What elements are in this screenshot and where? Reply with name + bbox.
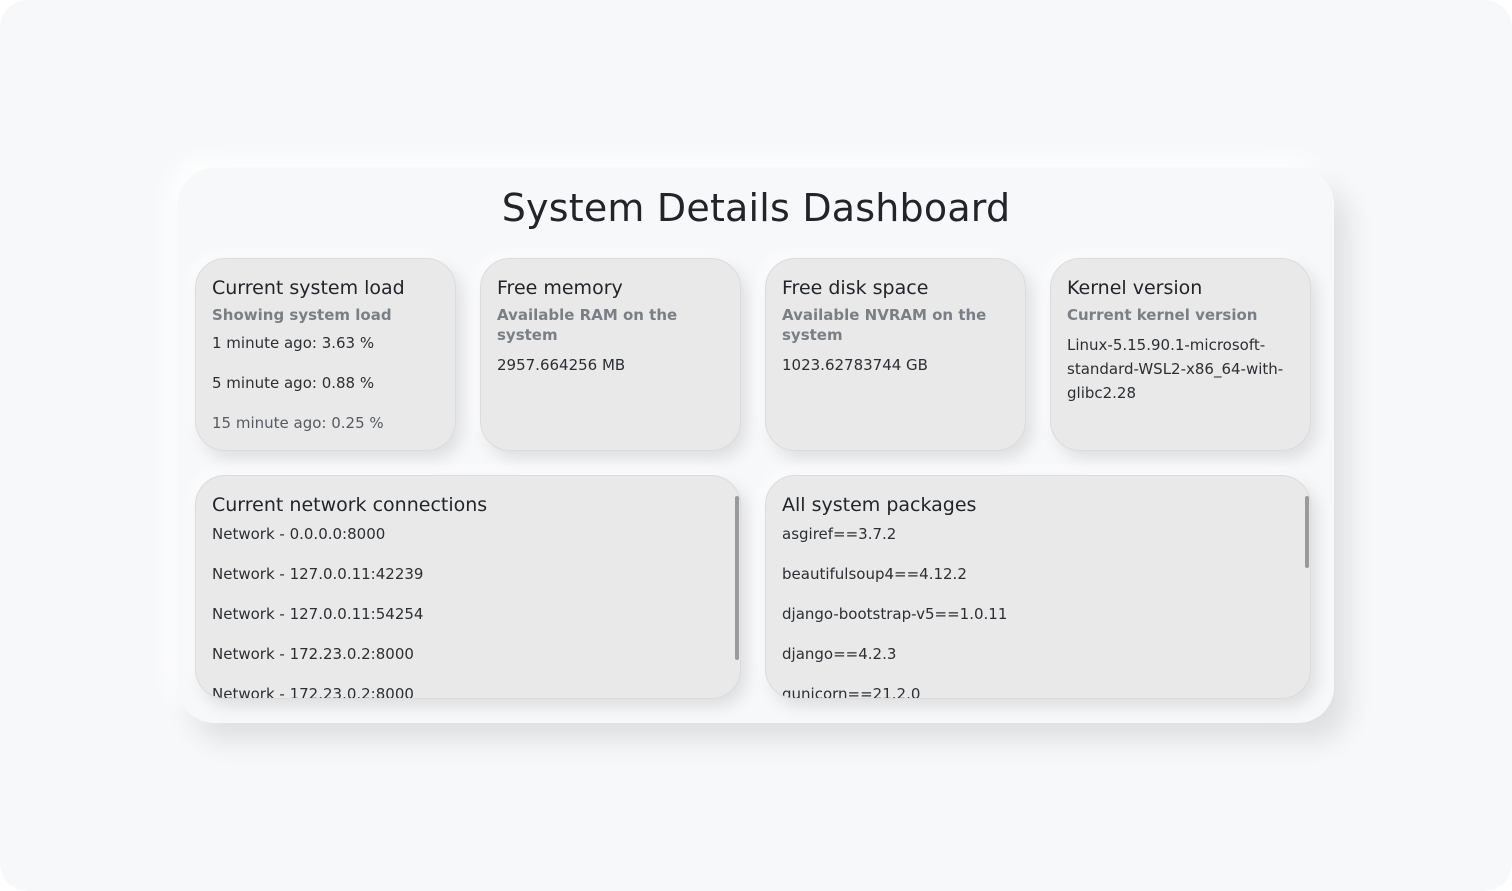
load-1min: 1 minute ago: 3.63 % [212, 334, 375, 352]
page-background: System Details Dashboard Current system … [0, 0, 1512, 891]
list-item: beautifulsoup4==4.12.2 [782, 565, 967, 583]
free-memory-subtitle: Available RAM on the system [497, 306, 678, 344]
network-scrollbar[interactable] [735, 496, 739, 660]
free-disk-title: Free disk space [782, 277, 929, 299]
list-item: gunicorn==21.2.0 [782, 685, 921, 698]
system-packages-title: All system packages [782, 494, 977, 516]
list-item: Network - 127.0.0.11:54254 [212, 605, 424, 623]
free-disk-subtitle: Available NVRAM on the system [782, 306, 987, 344]
system-packages-card: All system packages asgiref==3.7.2 beaut… [765, 475, 1311, 699]
kernel-version-card: Kernel version Current kernel version Li… [1050, 258, 1311, 451]
kernel-version-subtitle: Current kernel version [1067, 306, 1258, 324]
free-memory-card: Free memory Available RAM on the system … [480, 258, 741, 451]
list-item: Network - 127.0.0.11:42239 [212, 565, 424, 583]
network-connections-card: Current network connections Network - 0.… [195, 475, 741, 699]
list-item: Network - 172.23.0.2:8000 [212, 645, 414, 663]
free-memory-title: Free memory [497, 277, 623, 299]
dashboard-panel: System Details Dashboard Current system … [178, 168, 1334, 723]
free-memory-value: 2957.664256 MB [497, 356, 626, 374]
list-item: asgiref==3.7.2 [782, 525, 897, 543]
free-disk-value: 1023.62783744 GB [782, 356, 928, 374]
free-disk-card: Free disk space Available NVRAM on the s… [765, 258, 1026, 451]
system-packages-list[interactable]: asgiref==3.7.2 beautifulsoup4==4.12.2 dj… [782, 524, 1286, 698]
load-15min: 15 minute ago: 0.25 % [212, 414, 384, 432]
system-load-title: Current system load [212, 277, 405, 299]
network-connections-title: Current network connections [212, 494, 488, 516]
network-connections-list[interactable]: Network - 0.0.0.0:8000 Network - 127.0.0… [212, 524, 716, 698]
packages-scrollbar[interactable] [1305, 496, 1309, 568]
kernel-version-title: Kernel version [1067, 277, 1203, 299]
kernel-version-value: Linux-5.15.90.1-microsoft-standard-WSL2-… [1067, 336, 1284, 402]
system-load-card: Current system load Showing system load … [195, 258, 456, 451]
list-item: Network - 0.0.0.0:8000 [212, 525, 386, 543]
list-item: django==4.2.3 [782, 645, 897, 663]
load-5min: 5 minute ago: 0.88 % [212, 374, 375, 392]
page-title: System Details Dashboard [501, 186, 1011, 230]
list-item: Network - 172.23.0.2:8000 [212, 685, 414, 698]
list-item: django-bootstrap-v5==1.0.11 [782, 605, 1008, 623]
system-load-subtitle: Showing system load [212, 306, 392, 324]
